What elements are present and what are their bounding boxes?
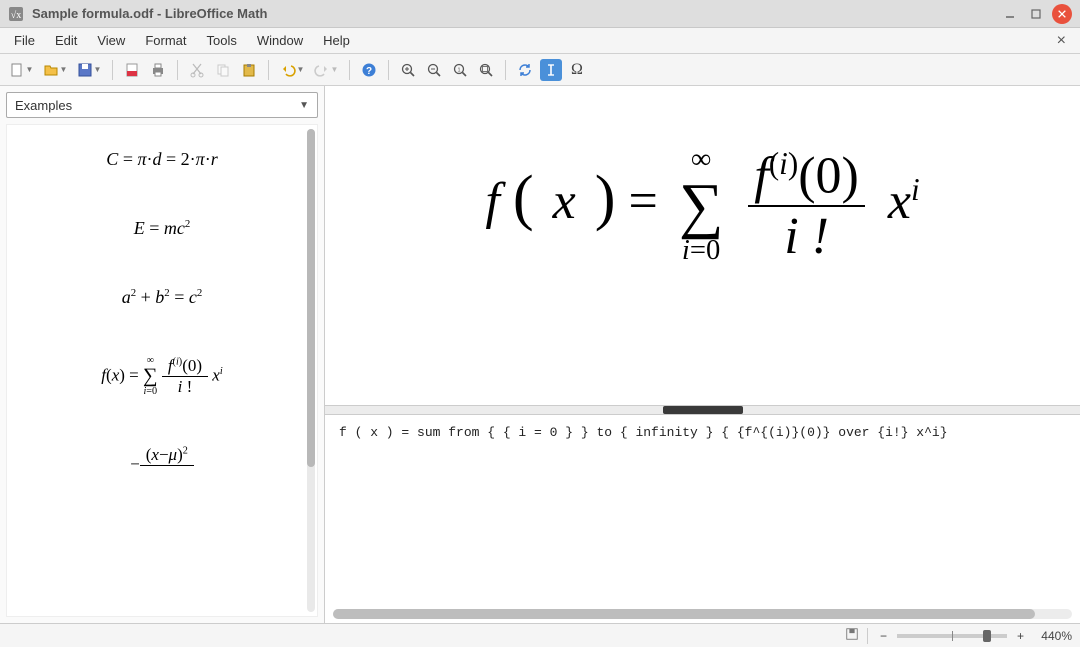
save-button[interactable]: ▼ [74,59,104,81]
export-pdf-button[interactable] [121,59,143,81]
zoom-fit-button[interactable] [475,59,497,81]
update-button[interactable] [514,59,536,81]
statusbar: − + 440% [0,623,1080,647]
formula-preview[interactable]: f ( x ) = ∞ ∑ i=0 f(i)(0) i ! xi [325,86,1080,405]
symbols-button[interactable]: Ω [566,59,588,81]
rendered-formula: f ( x ) = ∞ ∑ i=0 f(i)(0) i ! xi [485,146,919,266]
cut-button[interactable] [186,59,208,81]
zoom-out-button[interactable] [423,59,445,81]
workspace: f ( x ) = ∞ ∑ i=0 f(i)(0) i ! xi [325,86,1080,623]
titlebar: √x Sample formula.odf - LibreOffice Math [0,0,1080,28]
example-taylor[interactable]: f(x) = ∞∑i=0 f(i)(0)i ! xi [7,332,317,421]
panel-scrollbar[interactable] [307,129,315,612]
save-status-icon[interactable] [845,627,859,644]
zoom-100-button[interactable]: 1 [449,59,471,81]
zoom-slider[interactable] [897,634,1007,638]
menu-window[interactable]: Window [247,29,313,52]
menu-edit[interactable]: Edit [45,29,87,52]
category-select[interactable]: Examples ▼ [6,92,318,118]
menu-format[interactable]: Format [135,29,196,52]
document-close-button[interactable]: × [1047,32,1076,50]
splitter[interactable] [325,405,1080,415]
formula-code-text: f ( x ) = sum from { { i = 0 } } to { in… [339,425,948,440]
menubar: File Edit View Format Tools Window Help … [0,28,1080,54]
example-pythagoras[interactable]: a2 + b2 = c2 [7,263,317,332]
new-button[interactable]: ▼ [6,59,36,81]
svg-text:√x: √x [11,10,22,21]
app-icon: √x [8,6,24,22]
panel-scrollbar-thumb[interactable] [307,129,315,467]
zoom-value[interactable]: 440% [1028,629,1072,643]
category-label: Examples [15,98,72,113]
formula-code-editor[interactable]: f ( x ) = sum from { { i = 0 } } to { in… [325,415,1080,623]
svg-text:1: 1 [457,67,460,73]
close-button[interactable] [1052,4,1072,24]
zoom-in-button[interactable] [397,59,419,81]
menu-tools[interactable]: Tools [196,29,246,52]
print-button[interactable] [147,59,169,81]
chevron-down-icon: ▼ [299,100,309,111]
menu-file[interactable]: File [4,29,45,52]
splitter-grip-icon [663,406,743,414]
main-area: Examples ▼ C = π·d = 2·π·r E = mc2 a2 + … [0,86,1080,623]
examples-list[interactable]: C = π·d = 2·π·r E = mc2 a2 + b2 = c2 f(x… [6,124,318,617]
elements-panel: Examples ▼ C = π·d = 2·π·r E = mc2 a2 + … [0,86,325,623]
formula-cursor-button[interactable] [540,59,562,81]
example-gaussian[interactable]: −(x−μ)22 [7,421,317,486]
example-circle[interactable]: C = π·d = 2·π·r [7,125,317,194]
minimize-button[interactable] [1000,4,1020,24]
paste-button[interactable] [238,59,260,81]
maximize-button[interactable] [1026,4,1046,24]
open-button[interactable]: ▼ [40,59,70,81]
example-einstein[interactable]: E = mc2 [7,194,317,263]
undo-button[interactable]: ▼ [277,59,307,81]
code-h-scrollbar[interactable] [333,609,1072,619]
toolbar: ▼ ▼ ▼ ▼ ▼ ? 1 [0,54,1080,86]
code-h-scrollbar-thumb[interactable] [333,609,1035,619]
zoom-in-small[interactable]: + [1013,629,1028,643]
menu-view[interactable]: View [87,29,135,52]
zoom-slider-thumb[interactable] [983,630,991,642]
redo-button[interactable]: ▼ [311,59,341,81]
help-button[interactable]: ? [358,59,380,81]
zoom-out-small[interactable]: − [876,629,891,643]
svg-text:?: ? [366,66,372,77]
menu-help[interactable]: Help [313,29,360,52]
window-title: Sample formula.odf - LibreOffice Math [32,6,267,21]
copy-button[interactable] [212,59,234,81]
